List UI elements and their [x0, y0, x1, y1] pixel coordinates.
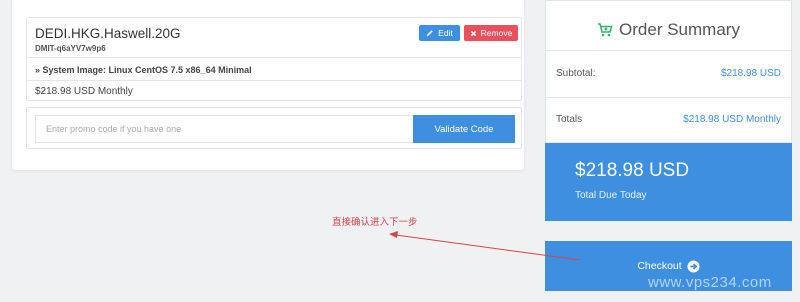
product-name: DEDI.HKG.Haswell.20G: [35, 26, 181, 41]
product-config: » System Image: Linux CentOS 7.5 x86_64 …: [35, 65, 252, 75]
divider: [27, 80, 521, 81]
order-summary-panel: Order Summary Subtotal: $218.98 USD Tota…: [545, 0, 792, 221]
divider: [546, 50, 791, 51]
order-summary-header: Order Summary: [546, 19, 791, 41]
remove-label: Remove: [480, 28, 513, 38]
total-due-amount: $218.98 USD: [575, 160, 690, 181]
order-summary-title: Order Summary: [619, 20, 740, 39]
subtotal-row: Subtotal: $218.98 USD: [556, 68, 781, 79]
edit-button[interactable]: Edit: [419, 25, 460, 41]
validate-code-button[interactable]: Validate Code: [413, 115, 515, 143]
total-due-label: Total Due Today: [575, 190, 647, 201]
close-icon: [470, 30, 476, 36]
checkout-label: Checkout: [637, 260, 682, 272]
remove-button[interactable]: Remove: [464, 25, 518, 41]
subtotal-value: $218.98 USD: [720, 68, 781, 79]
total-due-box: $218.98 USD Total Due Today: [545, 143, 792, 221]
product-hostname: DMIT-q6aYV7w9p6: [35, 44, 106, 53]
totals-label: Totals: [556, 114, 583, 125]
edit-label: Edit: [438, 28, 453, 38]
arrow-circle-right-icon: [687, 259, 700, 273]
divider: [27, 57, 521, 58]
cart-panel: DEDI.HKG.Haswell.20G DMIT-q6aYV7w9p6 Edi…: [12, 0, 524, 170]
promo-code-input[interactable]: [35, 115, 413, 143]
watermark: www.vps234.com: [648, 274, 772, 291]
divider: [546, 97, 791, 98]
annotation-label: 直接确认进入下一步: [332, 217, 418, 228]
cart-item: DEDI.HKG.Haswell.20G DMIT-q6aYV7w9p6 Edi…: [26, 17, 522, 101]
cart-plus-icon: [598, 23, 613, 37]
product-price: $218.98 USD Monthly: [35, 86, 133, 97]
promo-section: Validate Code: [26, 107, 522, 149]
totals-row: Totals $218.98 USD Monthly: [556, 114, 781, 125]
totals-value: $218.98 USD Monthly: [683, 114, 781, 125]
subtotal-label: Subtotal:: [556, 68, 596, 79]
pencil-icon: [426, 30, 433, 37]
